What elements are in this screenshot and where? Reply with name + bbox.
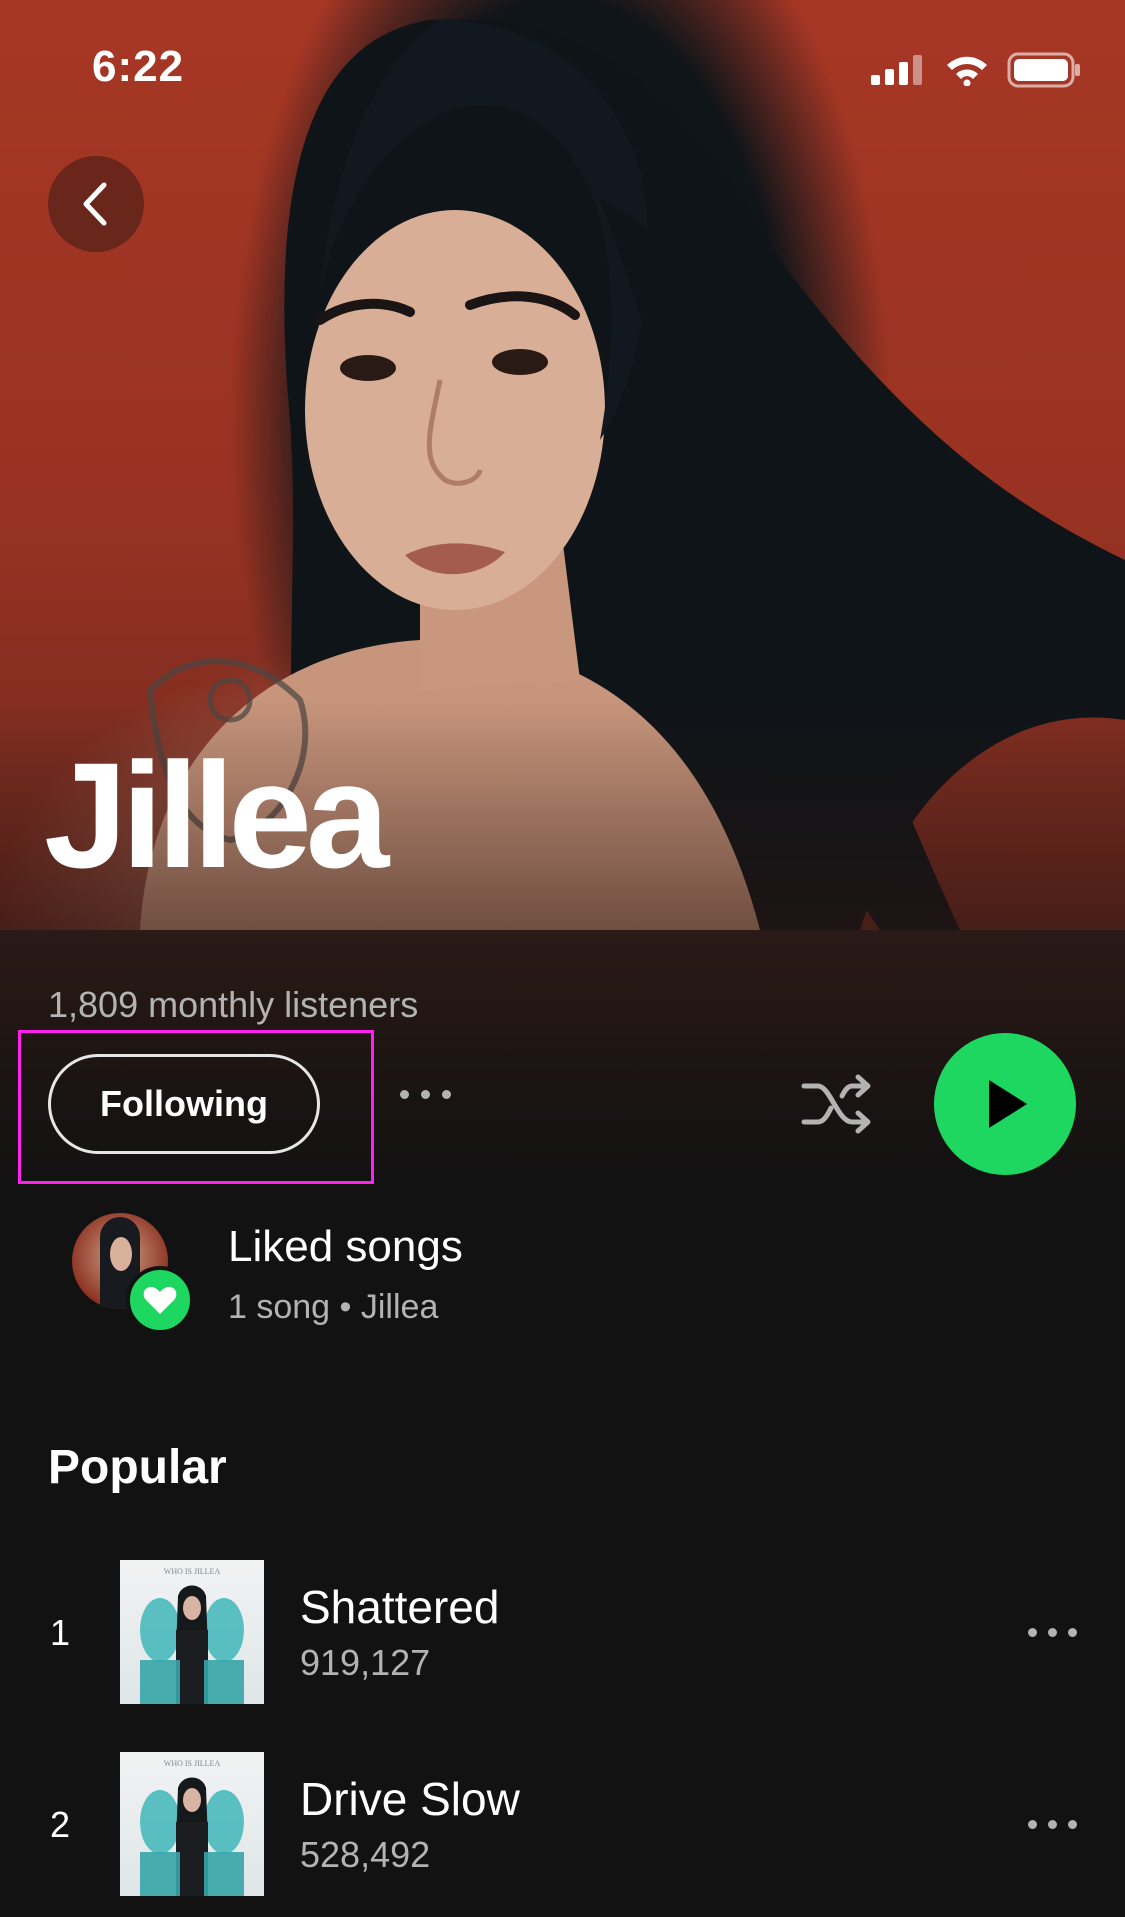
album-art: WHO IS JILLEA (120, 1752, 264, 1896)
heart-badge (126, 1266, 194, 1334)
play-icon (989, 1080, 1027, 1128)
battery-icon (1007, 52, 1080, 88)
signal-icon (871, 55, 922, 85)
svg-text:WHO IS JILLEA: WHO IS JILLEA (164, 1567, 221, 1576)
wifi-icon (947, 56, 987, 86)
back-icon (83, 182, 107, 226)
track-title: Shattered (300, 1581, 500, 1633)
track-more-button[interactable] (1028, 1820, 1077, 1829)
track-play-count: 919,127 (300, 1642, 431, 1683)
more-icon (1028, 1628, 1037, 1637)
track-rank: 1 (50, 1612, 71, 1653)
album-art: WHO IS JILLEA (120, 1560, 264, 1704)
shuffle-icon[interactable] (800, 1072, 876, 1136)
track-row[interactable]: 1 WHO IS JILLEA Shattered 919,127 (0, 1560, 1125, 1706)
artist-name: Jillea (44, 731, 389, 899)
back-button[interactable] (48, 156, 144, 252)
track-play-count: 528,492 (300, 1834, 431, 1875)
more-icon (1028, 1820, 1037, 1829)
track-more-button[interactable] (1028, 1628, 1077, 1637)
more-options-button[interactable] (400, 1090, 451, 1099)
more-icon (400, 1090, 409, 1099)
track-row[interactable]: 2 WHO IS JILLEA Drive Slow 528,492 (0, 1752, 1125, 1898)
track-rank: 2 (50, 1804, 71, 1845)
liked-songs-subtitle: 1 song • Jillea (228, 1288, 439, 1326)
liked-songs-title[interactable]: Liked songs (228, 1222, 463, 1272)
svg-text:WHO IS JILLEA: WHO IS JILLEA (164, 1759, 221, 1768)
status-icons (871, 52, 1081, 88)
status-time: 6:22 (92, 42, 185, 91)
play-button[interactable] (934, 1033, 1076, 1175)
track-title: Drive Slow (300, 1773, 520, 1825)
heart-icon (143, 1286, 177, 1314)
popular-heading: Popular (48, 1441, 227, 1494)
monthly-listeners: 1,809 monthly listeners (48, 984, 419, 1025)
highlight-box (18, 1030, 374, 1184)
